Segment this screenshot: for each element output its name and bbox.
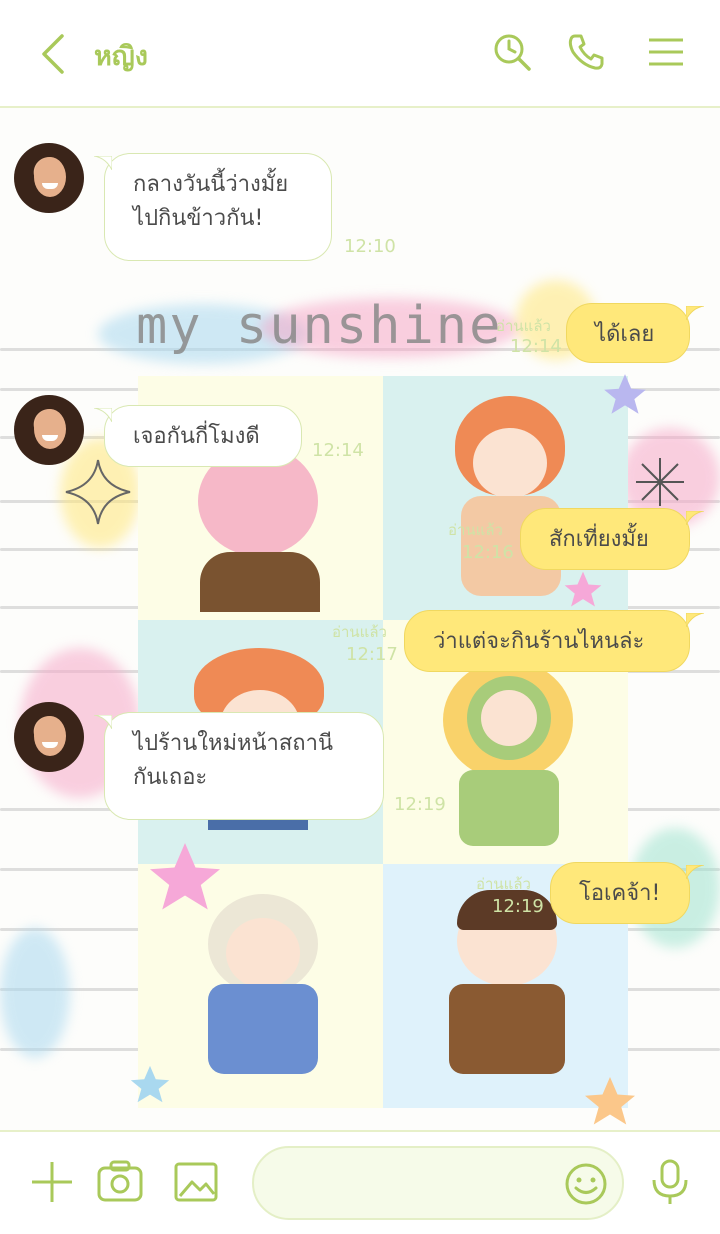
bubble-tail [94,408,112,422]
bubble-tail [686,613,704,627]
star-icon [585,1077,635,1125]
my-sunshine-art: my sunshine [136,296,503,356]
message-bubble-received[interactable]: กลางวันนี้ว่างมั้ย ไปกินข้าวกัน! [104,153,332,261]
contact-avatar[interactable] [14,702,84,772]
camera-icon[interactable] [96,1158,144,1206]
message-input[interactable] [252,1146,624,1220]
bubble-tail [686,865,704,879]
message-bubble-received[interactable]: เจอกันกี่โมงดี [104,405,302,467]
read-receipt: อ่านแล้ว [332,623,387,641]
read-receipt: อ่านแล้ว [496,317,551,335]
message-text: ไปกินข้าวกัน! [133,206,264,231]
sparkle-icon [65,459,131,525]
contact-avatar[interactable] [14,143,84,213]
menu-icon[interactable] [646,32,686,72]
bubble-tail [686,511,704,525]
image-icon[interactable] [172,1158,220,1206]
message-bubble-sent[interactable]: โอเคจ้า! [550,862,690,924]
message-time: 12:19 [492,896,544,917]
star-icon [604,374,646,414]
phone-icon[interactable] [566,32,606,72]
emoji-icon[interactable] [564,1162,608,1206]
message-time: 12:16 [462,542,514,563]
message-bubble-sent[interactable]: ได้เลย [566,303,690,363]
bubble-tail [94,715,112,729]
bubble-tail [94,156,112,170]
message-text: ว่าแต่จะกินร้านไหนล่ะ [433,629,645,654]
message-text: เจอกันกี่โมงดี [133,424,260,449]
message-text: โอเคจ้า! [579,881,661,906]
star-icon [130,1065,170,1103]
message-text: กลางวันนี้ว่างมั้ย [133,172,289,197]
back-chevron-icon[interactable] [36,34,72,74]
star-icon [150,843,220,910]
asterisk-doodle-icon [636,458,684,506]
chat-header: หญิง [0,0,720,108]
message-bubble-sent[interactable]: สักเที่ยงมั้ย [520,508,690,570]
search-clock-icon[interactable] [492,32,532,72]
plus-icon[interactable] [28,1158,76,1206]
message-bubble-sent[interactable]: ว่าแต่จะกินร้านไหนล่ะ [404,610,690,672]
message-time: 12:19 [394,794,446,815]
pastel-blob [0,928,70,1058]
message-text: ไปร้านใหม่หน้าสถานี [133,731,334,756]
message-time: 12:14 [312,440,364,461]
message-text: ได้เลย [595,322,655,347]
message-text: กันเถอะ [133,765,208,790]
star-icon [564,571,602,607]
read-receipt: อ่านแล้ว [476,875,531,893]
message-bubble-received[interactable]: ไปร้านใหม่หน้าสถานี กันเถอะ [104,712,384,820]
chat-title[interactable]: หญิง [94,34,148,77]
microphone-icon[interactable] [646,1158,694,1206]
message-time: 12:17 [346,644,398,665]
contact-avatar[interactable] [14,395,84,465]
message-time: 12:10 [344,236,396,257]
message-text: สักเที่ยงมั้ย [549,527,649,552]
chat-input-bar [0,1130,720,1234]
chat-area[interactable]: my sunshine กลางวันนี้ว่างมั้ย ไปกินข้าว… [0,108,720,1130]
message-time: 12:14 [510,336,562,357]
read-receipt: อ่านแล้ว [448,521,503,539]
bubble-tail [686,306,704,320]
